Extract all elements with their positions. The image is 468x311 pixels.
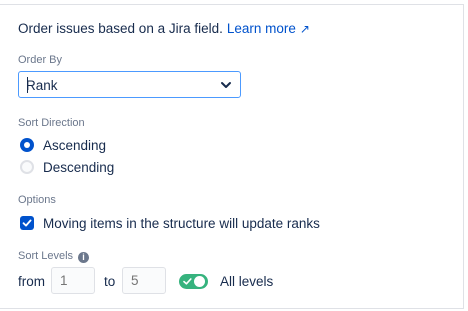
to-level-input[interactable] [122,267,166,294]
radio-descending-label[interactable]: Descending [43,160,114,175]
radio-selected-icon[interactable] [20,138,34,152]
intro-line: Order issues based on a Jira field. Learn… [18,21,310,36]
chevron-down-icon[interactable] [220,80,232,90]
from-label: from [18,274,45,289]
toggle-check-icon [183,278,192,285]
from-level-input[interactable] [51,267,95,294]
to-label: to [104,274,116,289]
intro-text: Order issues based on a Jira field. [18,21,223,36]
radio-descending[interactable]: Descending [20,157,114,177]
order-by-select[interactable]: Rank [18,71,241,98]
order-by-label: Order By [18,54,63,66]
order-by-value: Rank [26,78,58,93]
update-ranks-label[interactable]: Moving items in the structure will updat… [43,216,320,231]
sort-levels-label: Sort Levels [18,250,74,262]
sort-levels-heading: Sort Levels i [18,250,90,263]
options-label: Options [18,194,56,206]
learn-more-link[interactable]: Learn more [227,21,296,36]
radio-unselected-icon[interactable] [20,160,34,174]
checkmark-icon [22,219,32,227]
sort-direction-label: Sort Direction [18,117,85,129]
external-link-icon[interactable]: ↗ [300,22,310,36]
update-ranks-option[interactable]: Moving items in the structure will updat… [20,214,320,232]
update-ranks-checkbox[interactable] [20,216,34,230]
all-levels-label: All levels [220,274,274,289]
toggle-knob [194,276,205,287]
all-levels-toggle[interactable] [179,274,208,289]
text-cursor [27,77,28,93]
radio-ascending[interactable]: Ascending [20,135,106,155]
info-icon[interactable]: i [78,252,90,263]
radio-ascending-label[interactable]: Ascending [43,138,106,153]
